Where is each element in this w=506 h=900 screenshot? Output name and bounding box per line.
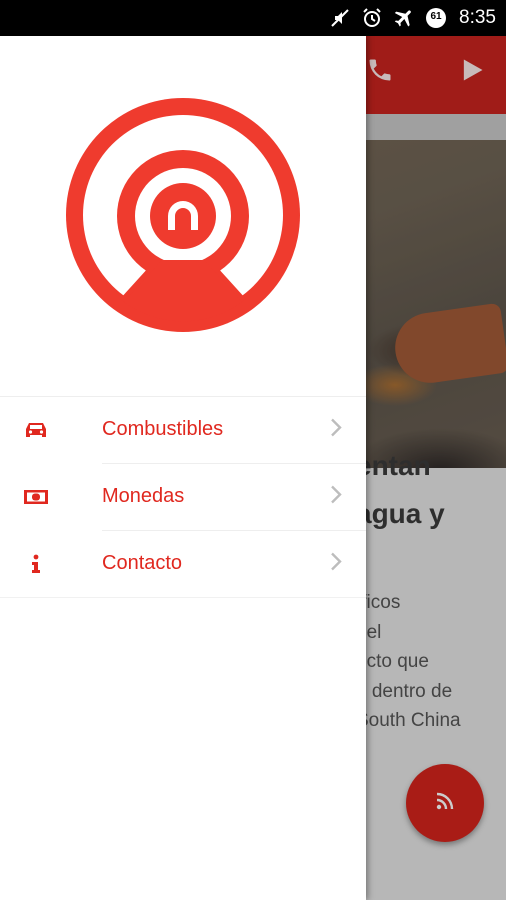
drawer-menu: Combustibles Monedas Contacto xyxy=(0,396,366,597)
clock: 8:35 xyxy=(459,7,496,28)
menu-item-monedas[interactable]: Monedas xyxy=(0,463,366,530)
menu-item-combustibles[interactable]: Combustibles xyxy=(0,396,366,463)
navigation-drawer: Combustibles Monedas Contacto xyxy=(0,36,366,900)
banknote-icon xyxy=(22,485,50,509)
menu-item-contacto[interactable]: Contacto xyxy=(0,530,366,597)
airplane-icon xyxy=(393,7,415,29)
menu-item-label: Combustibles xyxy=(102,418,224,440)
menu-bottom-divider xyxy=(0,597,366,598)
chevron-right-icon xyxy=(330,417,342,442)
app-logo xyxy=(64,96,302,334)
notification-count-badge: 61 xyxy=(425,7,447,29)
car-icon xyxy=(22,418,50,442)
chevron-right-icon xyxy=(330,484,342,509)
status-bar: 61 8:35 xyxy=(0,0,506,36)
chevron-right-icon xyxy=(330,551,342,576)
mute-icon xyxy=(329,7,351,29)
menu-item-label: Monedas xyxy=(102,485,185,507)
menu-item-label: Contacto xyxy=(102,552,183,574)
status-icons: 61 8:35 xyxy=(329,0,496,36)
alarm-icon xyxy=(361,7,383,29)
info-icon xyxy=(22,552,50,576)
